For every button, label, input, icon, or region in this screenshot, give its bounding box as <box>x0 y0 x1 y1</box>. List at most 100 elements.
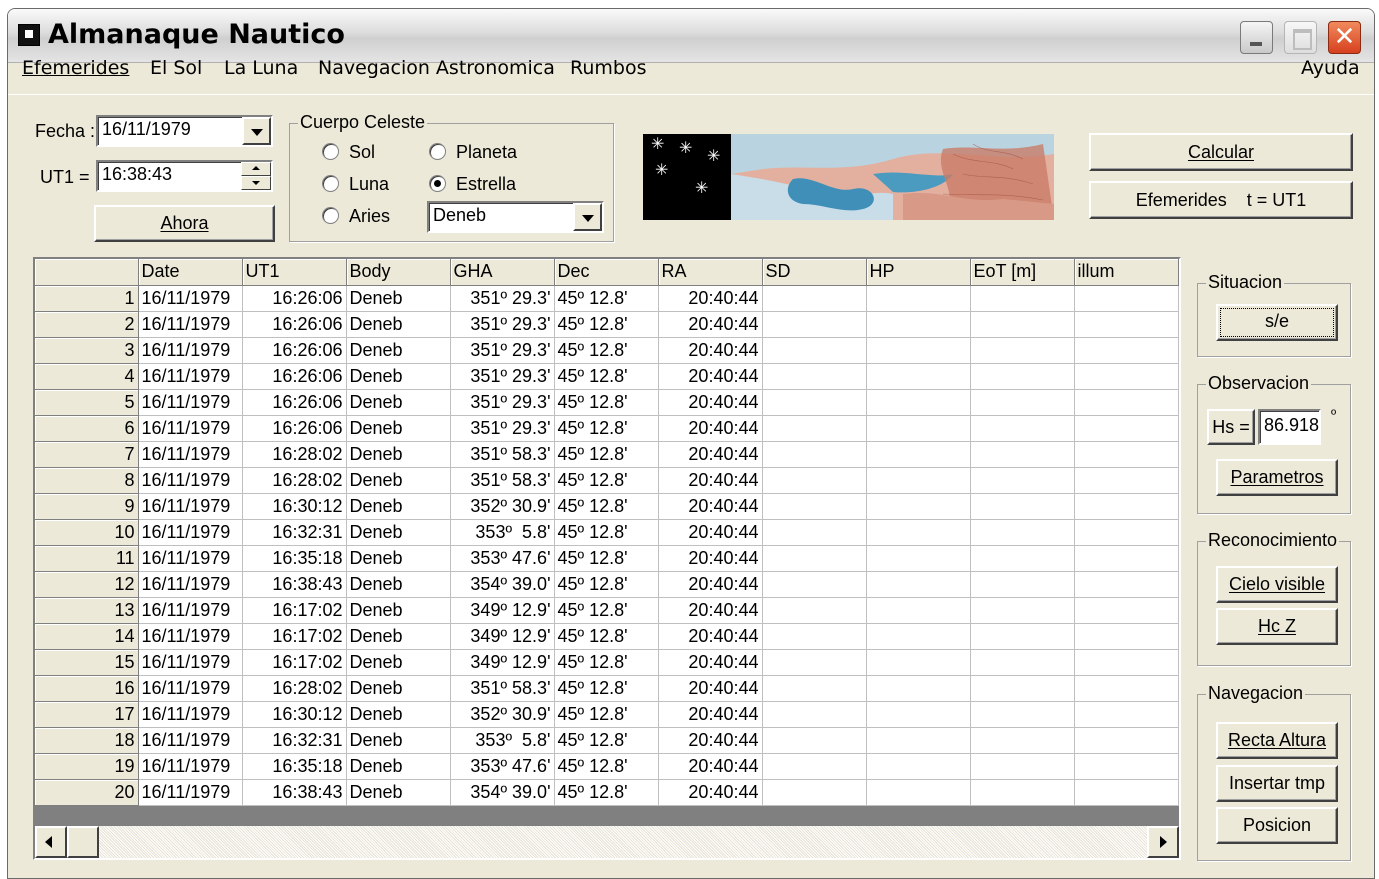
table-cell[interactable]: 20:40:44 <box>658 597 763 624</box>
corner-header[interactable] <box>35 259 139 286</box>
table-cell[interactable] <box>762 571 867 598</box>
table-cell[interactable] <box>970 701 1075 728</box>
table-cell[interactable] <box>970 285 1075 312</box>
table-cell[interactable]: 351º 29.3' <box>450 363 555 390</box>
table-cell[interactable]: Deneb <box>346 701 451 728</box>
table-cell[interactable] <box>1074 623 1179 650</box>
table-cell[interactable]: 20:40:44 <box>658 285 763 312</box>
table-cell[interactable]: 45º 12.8' <box>554 389 659 416</box>
table-cell[interactable]: 16:26:06 <box>242 285 347 312</box>
table-cell[interactable]: 16:32:31 <box>242 727 347 754</box>
radio-sol[interactable] <box>322 143 339 160</box>
row-header[interactable]: 3 <box>35 337 139 364</box>
table-cell[interactable]: 16/11/1979 <box>138 493 243 520</box>
table-cell[interactable]: 45º 12.8' <box>554 311 659 338</box>
table-cell[interactable]: 45º 12.8' <box>554 571 659 598</box>
table-cell[interactable]: 352º 30.9' <box>450 701 555 728</box>
table-cell[interactable]: 354º 39.0' <box>450 779 555 806</box>
table-cell[interactable]: 16/11/1979 <box>138 727 243 754</box>
table-row[interactable]: 20 16/11/1979 16:38:43 Deneb 354º 39.0' 45º 1… <box>35 779 1179 806</box>
table-cell[interactable]: Deneb <box>346 779 451 806</box>
table-cell[interactable]: 45º 12.8' <box>554 415 659 442</box>
table-cell[interactable]: 20:40:44 <box>658 701 763 728</box>
table-cell[interactable] <box>866 285 971 312</box>
table-cell[interactable] <box>970 389 1075 416</box>
table-cell[interactable] <box>1074 363 1179 390</box>
table-cell[interactable]: 45º 12.8' <box>554 623 659 650</box>
table-cell[interactable] <box>1074 727 1179 754</box>
row-header[interactable]: 9 <box>35 493 139 520</box>
table-row[interactable]: 12 16/11/1979 16:38:43 Deneb 354º 39.0' 45º 1… <box>35 571 1179 598</box>
hs-button[interactable]: Hs = <box>1207 409 1255 445</box>
table-cell[interactable] <box>762 389 867 416</box>
table-cell[interactable] <box>866 545 971 572</box>
table-cell[interactable]: 16/11/1979 <box>138 571 243 598</box>
table-cell[interactable]: 16:30:12 <box>242 701 347 728</box>
table-cell[interactable]: 351º 58.3' <box>450 467 555 494</box>
table-cell[interactable]: Deneb <box>346 363 451 390</box>
table-cell[interactable]: 16:35:18 <box>242 545 347 572</box>
table-cell[interactable] <box>866 753 971 780</box>
table-row[interactable]: 14 16/11/1979 16:17:02 Deneb 349º 12.9' 45º 1… <box>35 623 1179 650</box>
data-grid[interactable]: Date UT1 Body GHA Dec RA SD HP EoT [m] illum 1 16/… <box>33 257 1181 860</box>
table-cell[interactable] <box>970 441 1075 468</box>
table-cell[interactable] <box>762 675 867 702</box>
table-cell[interactable]: 16:28:02 <box>242 441 347 468</box>
scrollbar-thumb[interactable] <box>67 826 99 858</box>
table-cell[interactable] <box>970 727 1075 754</box>
row-header[interactable]: 2 <box>35 311 139 338</box>
chevron-down-icon[interactable] <box>573 203 602 231</box>
table-cell[interactable]: 20:40:44 <box>658 753 763 780</box>
table-cell[interactable]: 20:40:44 <box>658 623 763 650</box>
row-header[interactable]: 15 <box>35 649 139 676</box>
table-cell[interactable]: 20:40:44 <box>658 493 763 520</box>
table-cell[interactable]: 16/11/1979 <box>138 467 243 494</box>
table-cell[interactable]: 16/11/1979 <box>138 623 243 650</box>
table-cell[interactable]: 16:28:02 <box>242 467 347 494</box>
table-cell[interactable] <box>762 337 867 364</box>
table-cell[interactable] <box>866 467 971 494</box>
close-button[interactable]: ✕ <box>1328 21 1361 54</box>
hs-input[interactable]: 86.918 <box>1258 409 1321 445</box>
row-header[interactable]: 18 <box>35 727 139 754</box>
table-cell[interactable] <box>762 415 867 442</box>
table-row[interactable]: 4 16/11/1979 16:26:06 Deneb 351º 29.3' 45º 12… <box>35 363 1179 390</box>
table-cell[interactable]: 351º 29.3' <box>450 285 555 312</box>
table-row[interactable]: 16 16/11/1979 16:28:02 Deneb 351º 58.3' 45º 1… <box>35 675 1179 702</box>
table-cell[interactable]: 45º 12.8' <box>554 701 659 728</box>
column-header[interactable]: Date <box>138 259 243 286</box>
parametros-button[interactable]: Parametros <box>1216 459 1338 496</box>
ut1-time-field[interactable]: 16:38:43 <box>96 160 273 192</box>
table-row[interactable]: 17 16/11/1979 16:30:12 Deneb 352º 30.9' 45º 1… <box>35 701 1179 728</box>
table-row[interactable]: 15 16/11/1979 16:17:02 Deneb 349º 12.9' 45º 1… <box>35 649 1179 676</box>
table-cell[interactable]: Deneb <box>346 597 451 624</box>
table-row[interactable]: 9 16/11/1979 16:30:12 Deneb 352º 30.9' 45º 12… <box>35 493 1179 520</box>
table-cell[interactable] <box>762 597 867 624</box>
table-cell[interactable]: 16:26:06 <box>242 389 347 416</box>
table-cell[interactable] <box>1074 675 1179 702</box>
table-row[interactable]: 10 16/11/1979 16:32:31 Deneb 353º 5.8' 45º 12… <box>35 519 1179 546</box>
table-cell[interactable] <box>1074 441 1179 468</box>
table-cell[interactable]: 20:40:44 <box>658 311 763 338</box>
table-cell[interactable]: 16/11/1979 <box>138 285 243 312</box>
table-cell[interactable]: 16:30:12 <box>242 493 347 520</box>
table-cell[interactable]: 353º 5.8' <box>450 519 555 546</box>
table-cell[interactable] <box>866 311 971 338</box>
table-cell[interactable]: 16:26:06 <box>242 337 347 364</box>
row-header[interactable]: 14 <box>35 623 139 650</box>
column-header[interactable]: HP <box>866 259 971 286</box>
table-cell[interactable] <box>866 571 971 598</box>
table-cell[interactable] <box>1074 519 1179 546</box>
menu-rumbos[interactable]: Rumbos <box>570 57 646 79</box>
table-cell[interactable] <box>1074 389 1179 416</box>
table-cell[interactable] <box>866 519 971 546</box>
table-cell[interactable]: 20:40:44 <box>658 571 763 598</box>
menu-el-sol[interactable]: El Sol <box>150 57 202 79</box>
table-cell[interactable]: 16:38:43 <box>242 571 347 598</box>
title-bar[interactable]: Almanaque Nautico ✕ <box>8 9 1374 63</box>
column-header[interactable]: SD <box>762 259 867 286</box>
table-cell[interactable]: 16:26:06 <box>242 415 347 442</box>
table-cell[interactable]: 16/11/1979 <box>138 519 243 546</box>
table-cell[interactable]: 20:40:44 <box>658 519 763 546</box>
table-row[interactable]: 13 16/11/1979 16:17:02 Deneb 349º 12.9' 45º 1… <box>35 597 1179 624</box>
